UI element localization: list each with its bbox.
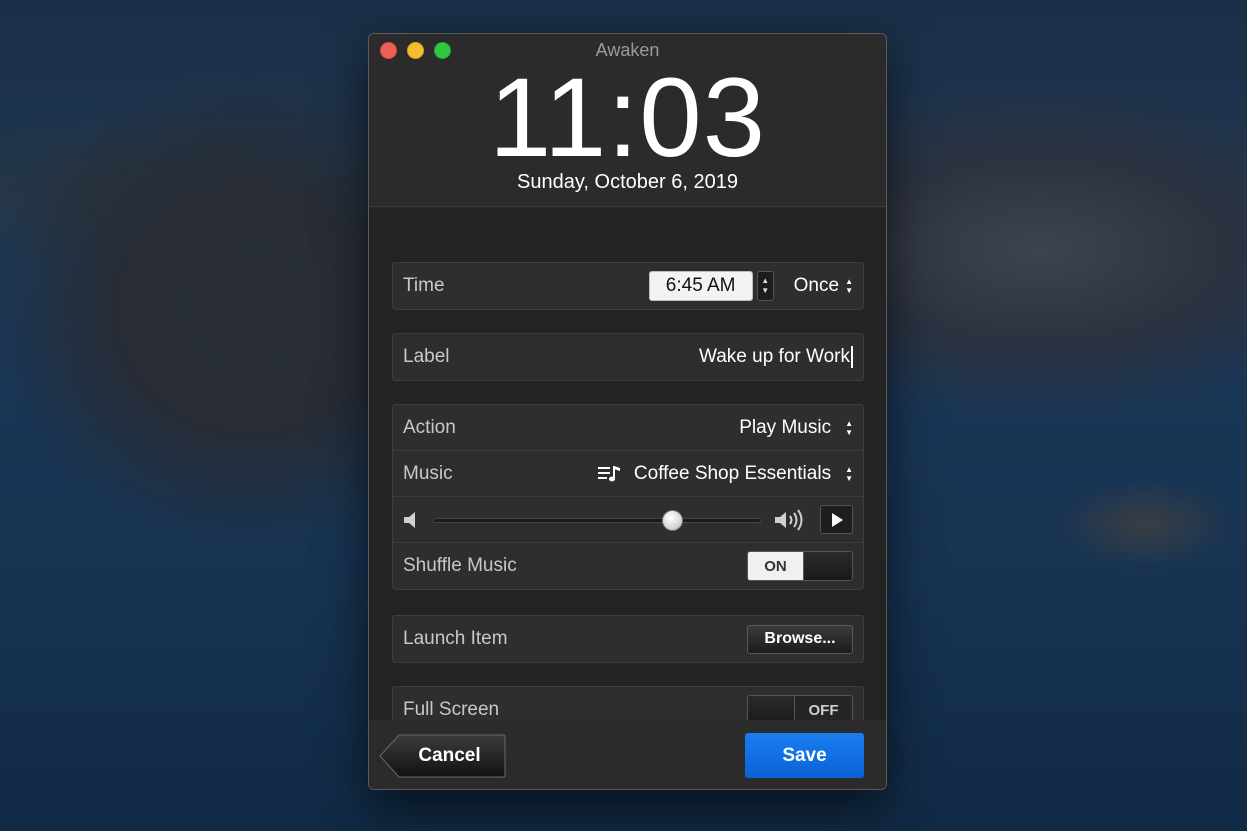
alarm-time-field[interactable]: 6:45 AM (648, 271, 753, 301)
footer-bar: Cancel Save (369, 720, 886, 789)
label-group: Label Wake up for Work (392, 333, 864, 381)
stepper-up-icon[interactable]: ▲ (761, 276, 769, 286)
action-select[interactable]: Play Music ▲ ▼ (739, 417, 853, 439)
music-label: Music (403, 462, 453, 484)
volume-row (393, 497, 863, 543)
shuffle-label: Shuffle Music (403, 555, 517, 576)
music-value: Coffee Shop Essentials (633, 462, 832, 484)
time-row: Time 6:45 AM ▲ ▼ Once ▲ ▼ (393, 263, 863, 309)
toggle-knob (803, 552, 852, 580)
launch-label: Launch Item (403, 628, 508, 649)
cancel-button[interactable]: Cancel (379, 734, 506, 778)
browse-button[interactable]: Browse... (747, 624, 853, 654)
fullscreen-label: Full Screen (403, 699, 500, 720)
label-row: Label Wake up for Work (393, 334, 863, 380)
repeat-select[interactable]: Once ▲ ▼ (794, 275, 853, 297)
music-select[interactable]: Coffee Shop Essentials ▲ ▼ (597, 462, 853, 485)
launch-controls: Browse... (747, 624, 853, 654)
current-date-display: Sunday, October 6, 2019 (517, 171, 738, 193)
speaker-high-icon (774, 509, 808, 536)
time-label: Time (403, 275, 445, 296)
shuffle-toggle[interactable]: ON (747, 551, 853, 581)
action-value: Play Music (739, 416, 832, 438)
toggle-state-text: ON (748, 552, 803, 580)
awaken-window: Awaken 11:03 Sunday, October 6, 2019 Tim… (368, 33, 887, 790)
settings-panel: Time 6:45 AM ▲ ▼ Once ▲ ▼ Label Wake up … (369, 208, 886, 734)
music-row: Music Coffee Shop Essentials ▲ ▼ (393, 451, 863, 497)
label-label: Label (403, 346, 450, 367)
launch-group: Launch Item Browse... (392, 615, 864, 663)
alarm-label-input[interactable]: Wake up for Work (699, 346, 853, 368)
volume-slider-knob[interactable] (661, 510, 683, 531)
action-label: Action (403, 416, 456, 438)
repeat-value: Once (793, 275, 840, 296)
label-input-wrap: Wake up for Work (699, 346, 853, 368)
launch-row: Launch Item Browse... (393, 616, 863, 662)
preview-play-button[interactable] (820, 505, 853, 534)
current-time-display: 11:03 (489, 55, 766, 180)
select-arrows-icon: ▲ ▼ (845, 418, 853, 437)
titlebar: Awaken 11:03 Sunday, October 6, 2019 (369, 34, 886, 207)
time-controls: 6:45 AM ▲ ▼ Once ▲ ▼ (648, 271, 853, 301)
cancel-label: Cancel (418, 745, 481, 766)
shuffle-toggle-wrap: ON (747, 551, 853, 581)
save-button[interactable]: Save (745, 733, 864, 778)
shuffle-row: Shuffle Music ON (393, 543, 863, 589)
select-arrows-icon: ▲ ▼ (845, 464, 853, 483)
action-group: Action Play Music ▲ ▼ Music Coffee Shop … (392, 404, 864, 590)
speaker-low-icon (403, 510, 421, 535)
stepper-down-icon[interactable]: ▼ (761, 286, 769, 296)
playlist-icon (597, 464, 622, 484)
time-stepper[interactable]: ▲ ▼ (756, 271, 774, 301)
time-group: Time 6:45 AM ▲ ▼ Once ▲ ▼ (392, 262, 864, 310)
select-arrows-icon: ▲ ▼ (845, 277, 853, 295)
volume-slider-track[interactable] (433, 518, 761, 523)
play-icon (830, 512, 844, 528)
action-row: Action Play Music ▲ ▼ (393, 405, 863, 451)
